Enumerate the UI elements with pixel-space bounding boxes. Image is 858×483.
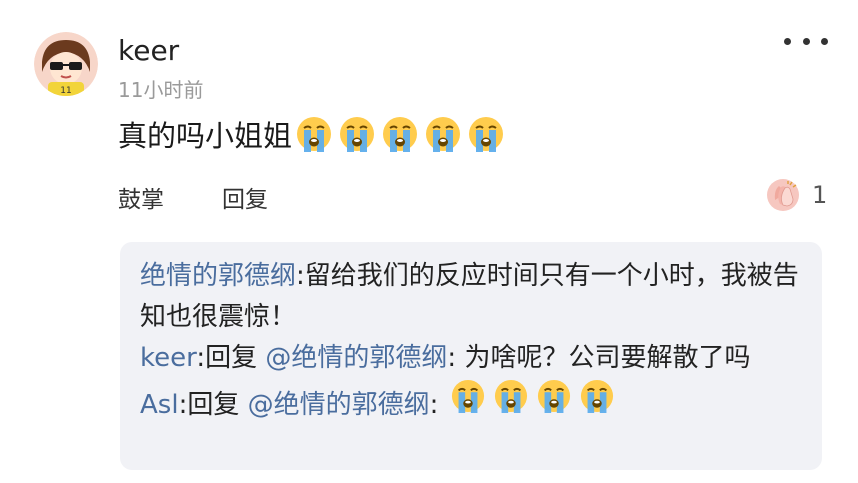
reply-button[interactable]: 回复 xyxy=(222,180,268,214)
crying-face-icon xyxy=(468,116,504,152)
crying-face-icon xyxy=(296,116,332,152)
clapping-hands-icon xyxy=(767,179,799,211)
like-button[interactable]: 1 xyxy=(766,178,827,212)
crying-face-icon xyxy=(537,379,571,413)
reply-separator: : xyxy=(447,343,457,373)
more-options-icon[interactable] xyxy=(784,26,828,56)
comment-text: 真的吗小姐姐 xyxy=(118,112,511,156)
crying-face-icon xyxy=(451,379,485,413)
crying-face-icon xyxy=(580,379,614,413)
reply-thread: 绝情的郭德纲:留给我们的反应时间只有一个小时，我被告知也很震惊！ keer:回复… xyxy=(120,242,822,470)
comment-text-body: 真的吗小姐姐 xyxy=(118,119,293,153)
reply-separator: : xyxy=(178,390,188,420)
username[interactable]: keer xyxy=(118,34,179,67)
like-count: 1 xyxy=(812,181,828,209)
crying-face-icon xyxy=(425,116,461,152)
reply-item: keer:回复 @绝情的郭德纲: 为啥呢？公司要解散了吗 xyxy=(140,338,802,379)
crying-face-icon xyxy=(494,379,528,413)
reply-text: 为啥呢？公司要解散了吗 xyxy=(456,343,751,373)
reply-username[interactable]: 绝情的郭德纲 xyxy=(140,261,296,291)
reply-username[interactable]: Asl xyxy=(140,390,179,420)
reply-emoji-row xyxy=(451,379,623,413)
crying-face-icon xyxy=(339,116,375,152)
reply-item: 绝情的郭德纲:留给我们的反应时间只有一个小时，我被告知也很震惊！ xyxy=(140,256,802,338)
reply-word: 回复 xyxy=(205,343,258,373)
timestamp: 11小时前 xyxy=(118,78,204,102)
svg-text:11: 11 xyxy=(60,86,71,96)
reply-item: Asl:回复 @绝情的郭德纲: xyxy=(140,379,802,426)
crying-face-icon xyxy=(382,116,418,152)
applaud-button[interactable]: 鼓掌 xyxy=(118,180,164,214)
reply-word: 回复 xyxy=(187,390,240,420)
comment-card: 11 keer 11小时前 真的吗小姐姐 鼓掌 回复 1 绝情的郭德纲:留给我们… xyxy=(0,0,858,483)
comment-emoji-row xyxy=(296,116,511,152)
reply-separator: : xyxy=(196,343,206,373)
reply-username[interactable]: keer xyxy=(140,343,196,373)
avatar-image: 11 xyxy=(34,32,98,96)
reply-separator: : xyxy=(429,390,439,420)
reply-mention[interactable]: @绝情的郭德纲 xyxy=(265,343,447,373)
reply-separator: : xyxy=(296,261,305,291)
avatar[interactable]: 11 xyxy=(34,32,98,96)
reply-mention[interactable]: @绝情的郭德纲 xyxy=(248,390,430,420)
